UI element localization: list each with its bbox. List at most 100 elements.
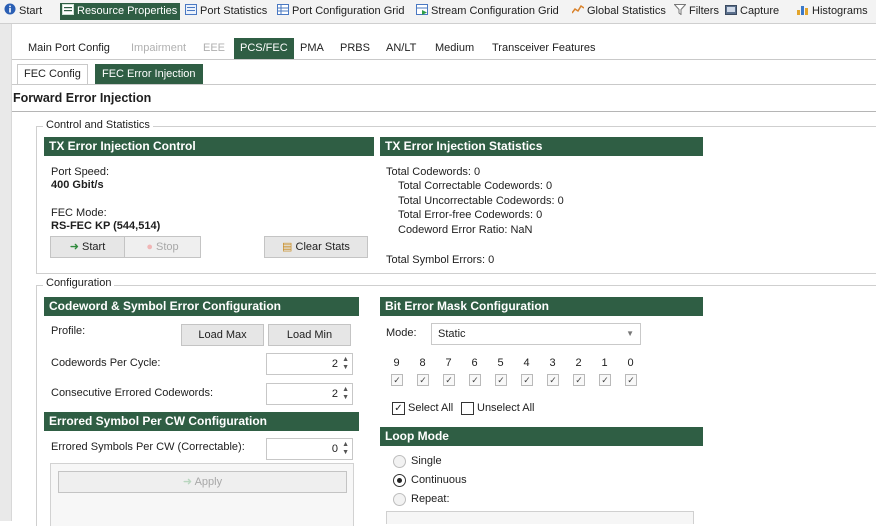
stop-label: Stop xyxy=(156,241,179,253)
errored-symbols-label: Errored Symbols Per CW (Correctable): xyxy=(51,441,245,453)
codewords-per-cycle-stepper[interactable]: 2 ▲ ▼ xyxy=(266,353,353,375)
apply-button: ➜ Apply xyxy=(58,471,347,493)
document-tab-bar: Start Resource Properties Port Statistic… xyxy=(0,0,876,24)
tab-stream-configuration-grid[interactable]: Stream Configuration Grid xyxy=(414,3,562,20)
bit-checkbox[interactable]: ✓ xyxy=(495,374,507,386)
errored-symbols-stepper[interactable]: 0 ▲ ▼ xyxy=(266,438,353,460)
tab-start[interactable]: Start xyxy=(2,3,45,20)
tab-medium[interactable]: Medium xyxy=(429,38,480,59)
tab-label: Histograms xyxy=(812,5,868,17)
bit-label: 4 xyxy=(523,357,530,369)
unselect-all-checkbox[interactable] xyxy=(461,402,474,415)
bit-checkbox[interactable]: ✓ xyxy=(521,374,533,386)
tab-filters[interactable]: Filters xyxy=(672,3,722,20)
uncorrectable-codewords: Total Uncorrectable Codewords: 0 xyxy=(398,195,564,207)
bit-label: 0 xyxy=(627,357,634,369)
chevron-down-icon: ▼ xyxy=(626,329,634,338)
tab-resource-properties[interactable]: Resource Properties xyxy=(60,3,181,20)
total-symbol-errors: Total Symbol Errors: 0 xyxy=(386,254,495,266)
load-max-button[interactable]: Load Max xyxy=(181,324,264,346)
tab-port-configuration-grid[interactable]: Port Configuration Grid xyxy=(275,3,408,20)
tab-label: Resource Properties xyxy=(77,5,178,17)
bit-checkbox[interactable]: ✓ xyxy=(599,374,611,386)
check-icon: ✓ xyxy=(627,375,635,385)
tab-global-statistics[interactable]: Global Statistics xyxy=(570,3,669,20)
arrow-right-icon: ➜ xyxy=(69,241,79,253)
spin-arrows-icon[interactable]: ▲ ▼ xyxy=(342,441,349,457)
radio-single[interactable] xyxy=(393,455,406,468)
select-all-label: Select All xyxy=(408,402,454,414)
clear-stats-button[interactable]: ▤ Clear Stats xyxy=(264,236,368,258)
title-divider xyxy=(12,111,876,112)
bit-checkbox[interactable]: ✓ xyxy=(625,374,637,386)
group-label: Control and Statistics xyxy=(43,119,153,131)
spin-arrows-icon[interactable]: ▲ ▼ xyxy=(342,386,349,402)
check-icon: ✓ xyxy=(394,403,403,414)
radio-repeat-label: Repeat: xyxy=(411,493,450,505)
repeat-count-input xyxy=(386,511,694,524)
grid-icon xyxy=(277,4,289,15)
bit-label: 5 xyxy=(497,357,504,369)
mode-select[interactable]: Static ▼ xyxy=(431,323,641,345)
bit-checkbox[interactable]: ✓ xyxy=(391,374,403,386)
spin-arrows-icon[interactable]: ▲ ▼ xyxy=(342,356,349,372)
bit-checkbox[interactable]: ✓ xyxy=(547,374,559,386)
clear-stats-label: Clear Stats xyxy=(295,241,350,253)
loop-mode-header: Loop Mode xyxy=(380,427,703,446)
tab-fec-error-injection[interactable]: FEC Error Injection xyxy=(95,64,203,84)
errored-symbol-header: Errored Symbol Per CW Configuration xyxy=(44,412,359,431)
tab-prbs[interactable]: PRBS xyxy=(334,38,376,59)
property-tab-row: Main Port Config Impairment EEE PCS/FEC … xyxy=(12,38,876,60)
radio-continuous[interactable] xyxy=(393,474,406,487)
tab-an-lt[interactable]: AN/LT xyxy=(380,38,422,59)
port-speed-value: 400 Gbit/s xyxy=(51,179,104,191)
unselect-all-label: Unselect All xyxy=(477,402,535,414)
bit-checkbox[interactable]: ✓ xyxy=(443,374,455,386)
mode-label: Mode: xyxy=(386,327,417,339)
properties-icon xyxy=(62,4,74,15)
load-min-button[interactable]: Load Min xyxy=(268,324,351,346)
consecutive-errored-stepper[interactable]: 2 ▲ ▼ xyxy=(266,383,353,405)
codewords-per-cycle-label: Codewords Per Cycle: xyxy=(51,357,161,369)
radio-single-label: Single xyxy=(411,455,442,467)
bit-checkbox[interactable]: ✓ xyxy=(417,374,429,386)
tab-fec-config[interactable]: FEC Config xyxy=(17,64,88,84)
radio-repeat[interactable] xyxy=(393,493,406,506)
global-stats-icon xyxy=(571,4,585,15)
codeword-config-header: Codeword & Symbol Error Configuration xyxy=(44,297,359,316)
bit-label: 3 xyxy=(549,357,556,369)
apply-label: Apply xyxy=(194,476,223,488)
histogram-icon xyxy=(797,4,809,15)
start-button[interactable]: ➜ Start xyxy=(50,236,125,258)
bit-label: 2 xyxy=(575,357,582,369)
select-all-checkbox[interactable]: ✓ xyxy=(392,402,405,415)
check-icon: ✓ xyxy=(575,375,583,385)
bit-checkbox[interactable]: ✓ xyxy=(573,374,585,386)
arrow-right-icon: ➜ xyxy=(182,476,193,488)
tab-pcs-fec[interactable]: PCS/FEC xyxy=(234,38,294,59)
check-icon: ✓ xyxy=(445,375,453,385)
bit-checkbox[interactable]: ✓ xyxy=(469,374,481,386)
check-icon: ✓ xyxy=(523,375,531,385)
tab-pma[interactable]: PMA xyxy=(294,38,330,59)
codeword-error-ratio: Codeword Error Ratio: NaN xyxy=(398,224,533,236)
port-stats-icon xyxy=(185,4,197,15)
check-icon: ✓ xyxy=(471,375,479,385)
tab-capture[interactable]: Capture xyxy=(723,3,782,20)
tab-main-port-config[interactable]: Main Port Config xyxy=(22,38,116,59)
page-title: Forward Error Injection xyxy=(13,91,152,105)
stream-grid-icon xyxy=(416,4,428,15)
tab-label: Stream Configuration Grid xyxy=(431,5,559,17)
stop-button: ● Stop xyxy=(124,236,201,258)
tab-label: Port Configuration Grid xyxy=(292,5,405,17)
bit-label: 8 xyxy=(419,357,426,369)
check-icon: ✓ xyxy=(601,375,609,385)
consecutive-errored-label: Consecutive Errored Codewords: xyxy=(51,387,214,399)
tab-label: Port Statistics xyxy=(200,5,268,17)
tab-port-statistics[interactable]: Port Statistics xyxy=(183,3,270,20)
port-speed-label: Port Speed: xyxy=(51,166,110,178)
tab-transceiver-features[interactable]: Transceiver Features xyxy=(486,38,602,59)
tab-histograms[interactable]: Histograms xyxy=(795,3,871,20)
clear-stats-icon: ▤ xyxy=(282,241,293,253)
correctable-codewords: Total Correctable Codewords: 0 xyxy=(398,180,553,192)
